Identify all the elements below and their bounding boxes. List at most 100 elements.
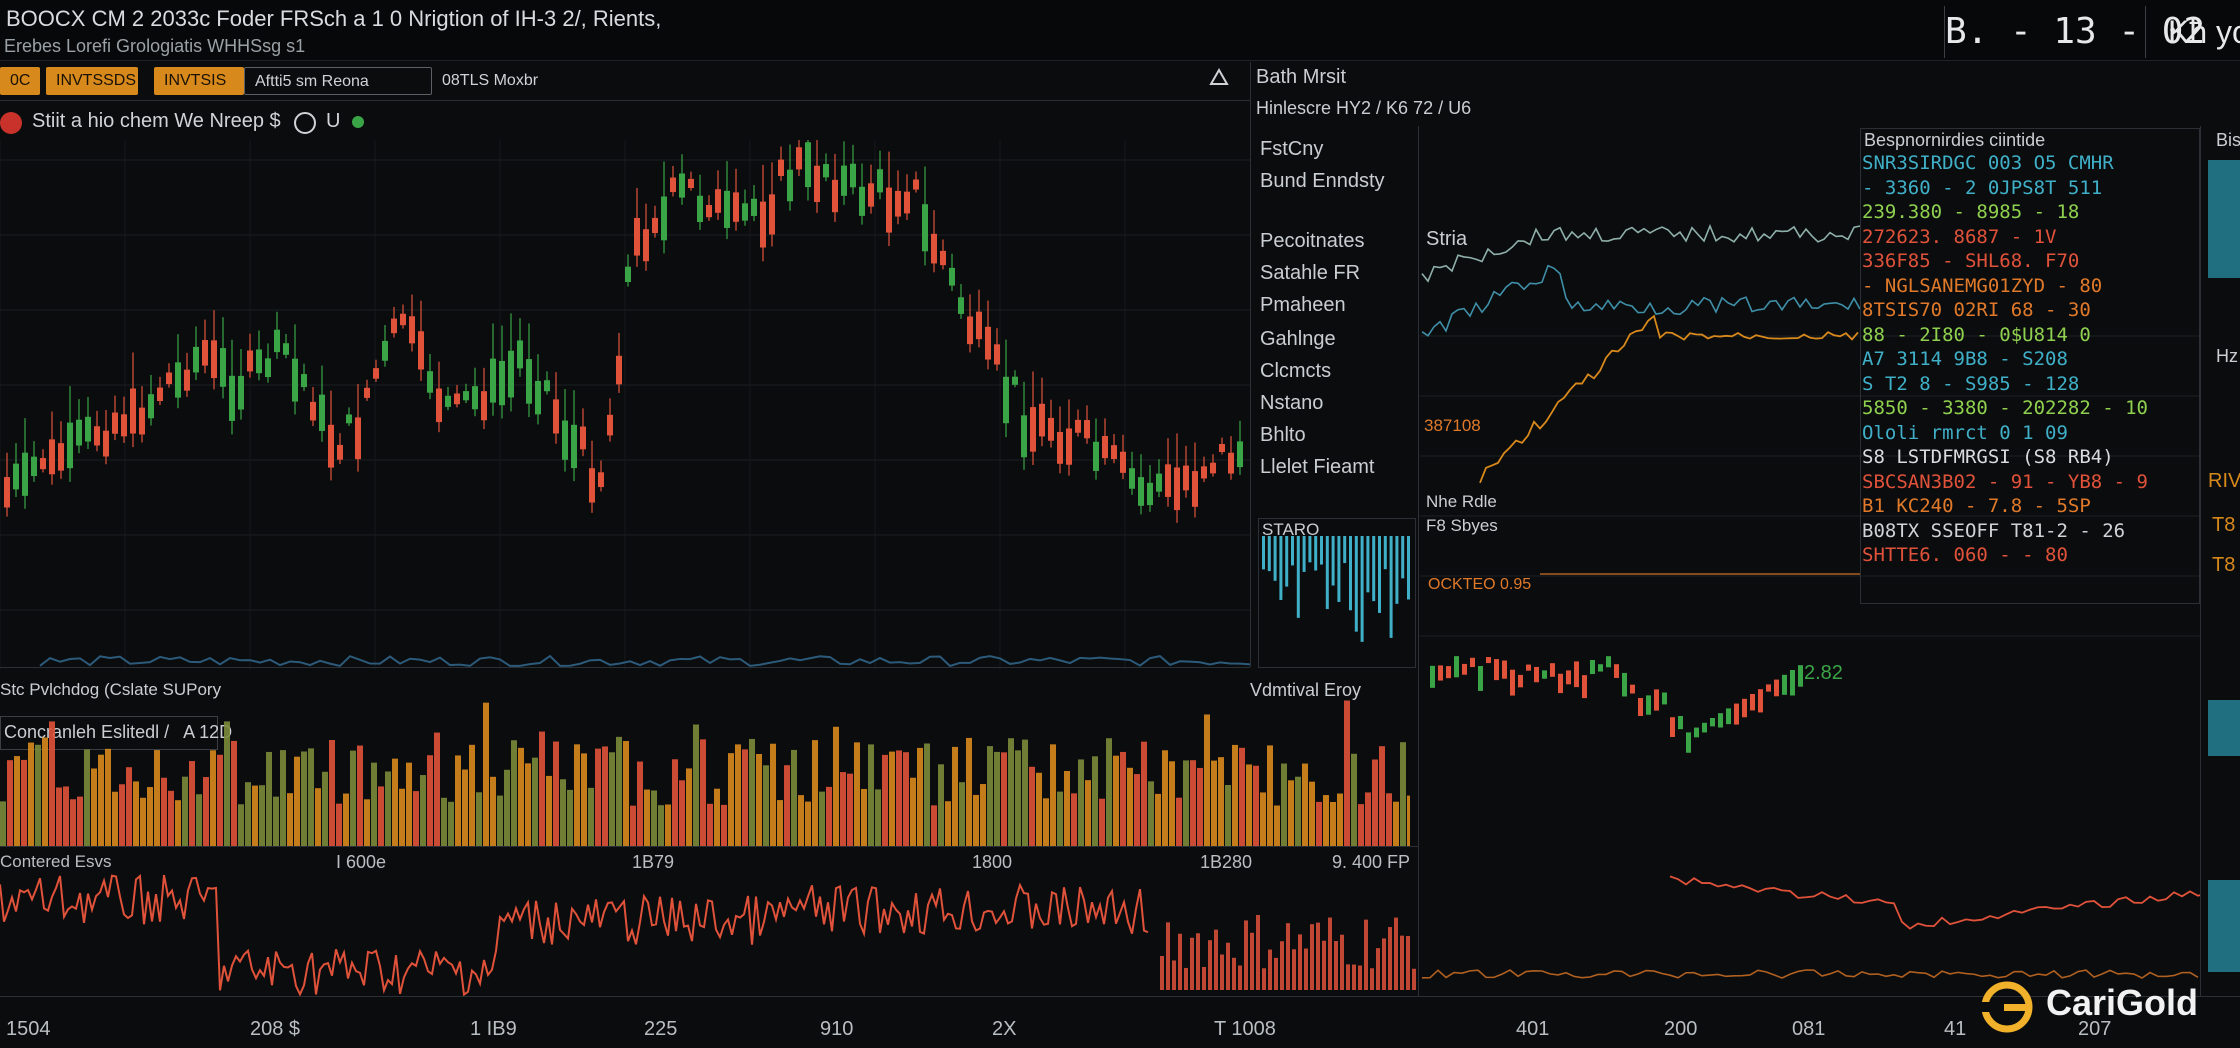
toolbar-button-1[interactable]: 0C: [0, 67, 41, 95]
right-table-row[interactable]: SBCSAN3B02 - 91 - YB8 - 9: [1862, 471, 2148, 493]
main-candle-body: [994, 344, 1000, 365]
right-candle: [1590, 660, 1595, 675]
volume-bar: [980, 784, 986, 846]
main-candle-body: [373, 368, 379, 379]
volume-bar: [385, 771, 391, 846]
side-item-10[interactable]: Llelet Fieamt: [1260, 456, 1375, 479]
right-price-label: 2.82: [1804, 662, 1843, 684]
volume-bar: [1323, 795, 1329, 846]
toolbar-button-4[interactable]: Aftti5 sm Reona: [244, 67, 432, 95]
right-table-row[interactable]: B08TX SSEOFF T81-2 - 26: [1862, 520, 2125, 542]
volume-bar: [959, 782, 965, 846]
volume-bar: [1001, 752, 1007, 846]
main-price-chart[interactable]: [0, 140, 1250, 670]
volume-bar: [371, 762, 377, 846]
main-candle-body: [787, 169, 793, 202]
main-candle-body: [472, 386, 478, 410]
right-table-row[interactable]: - 3360 - 2 0JPS8T 511: [1862, 177, 2102, 199]
main-candle-body: [409, 316, 415, 344]
right-table-row[interactable]: 5850 - 3380 - 202282 - 10: [1862, 397, 2148, 419]
oscillator-bar: [1352, 964, 1356, 990]
right-candle: [1502, 660, 1507, 679]
right-table-row[interactable]: - NGLSANEMG01ZYD - 80: [1862, 275, 2102, 297]
main-candle-body: [508, 350, 514, 398]
main-candle-body: [742, 203, 748, 221]
mini-bar: [1291, 536, 1294, 566]
main-candle-body: [58, 443, 64, 471]
right-candle: [1734, 703, 1739, 725]
side-item-3[interactable]: Pecoitnates: [1260, 230, 1365, 253]
side-item-7[interactable]: Clcmcts: [1260, 360, 1331, 383]
main-candle-body: [499, 360, 505, 406]
volume-bar: [749, 738, 755, 846]
oscillator-bar: [1250, 932, 1254, 990]
carigold-logo-text: CariGold: [2046, 982, 2199, 1023]
side-item-6[interactable]: Gahlnge: [1260, 328, 1336, 351]
right-series-line-1: [1421, 223, 1861, 283]
volume-bar: [28, 742, 34, 846]
bottom-axis-label-2: 208 $: [250, 1018, 301, 1040]
right-table-row[interactable]: 88 - 2I80 - 0$U814 0: [1862, 324, 2091, 346]
right-table-row[interactable]: Ololi rmrct 0 1 09: [1862, 422, 2068, 444]
toolbar-button-3[interactable]: INVTSIS: [154, 67, 244, 95]
right-table-row[interactable]: SHTTE6. 060 - - 80: [1862, 544, 2068, 566]
right-table-row[interactable]: B1 KC240 - 7.8 - 5SP: [1862, 495, 2091, 517]
record-icon[interactable]: [0, 112, 22, 134]
volume-bar: [1400, 742, 1406, 846]
main-candle-body: [760, 201, 766, 248]
oscillator-bar: [1238, 965, 1242, 990]
right-table-row[interactable]: S T2 8 - S985 - 128: [1862, 373, 2079, 395]
volume-bar: [637, 761, 643, 846]
volume-bar: [889, 751, 895, 846]
window-title: BOOCX CM 2 2033c Foder FRSch a 1 0 Nrigt…: [6, 6, 662, 31]
right-table-row[interactable]: 336F85 - SHL68. F70: [1862, 250, 2079, 272]
bottom-axis-label-8: 401: [1516, 1018, 1550, 1040]
main-candle-body: [1228, 452, 1234, 474]
volume-bar: [994, 751, 1000, 846]
right-table-row[interactable]: A7 3114 9B8 - S208: [1862, 348, 2068, 370]
oscillator-bar: [1388, 927, 1392, 990]
side-item-8[interactable]: Nstano: [1260, 392, 1323, 415]
side-item-4[interactable]: Satahle FR: [1260, 262, 1360, 285]
right-table-row[interactable]: 8TSIS70 02RI 68 - 30: [1862, 299, 2091, 321]
toolbar-button-2[interactable]: INVTSSDS: [46, 67, 138, 95]
volume-divider: [0, 846, 1418, 847]
main-candle-body: [517, 340, 523, 369]
right-table-row[interactable]: 239.380 - 8985 - 18: [1862, 201, 2079, 223]
main-candle-body: [40, 458, 46, 470]
side-item-1[interactable]: FstCny: [1260, 138, 1323, 161]
main-candle-body: [1093, 441, 1099, 471]
volume-panel-title: Stc Pvlchdog (Cslate SUPory: [0, 680, 222, 699]
right-series-line-4: [1669, 875, 2200, 930]
main-candle-body: [1057, 431, 1063, 464]
oscillator-bar: [1172, 960, 1176, 990]
main-candle-body: [1048, 417, 1054, 441]
oscillator-bar: [1232, 957, 1236, 990]
right-candle: [1470, 657, 1475, 668]
main-candle-body: [1120, 451, 1126, 473]
volume-bar: [84, 749, 90, 846]
main-candle-body: [1219, 444, 1225, 453]
volume-bar: [1197, 767, 1203, 846]
right-table-row[interactable]: SNR3SIRDGC 003 O5 CMHR: [1862, 152, 2114, 174]
right-table-row[interactable]: 272623. 8687 - 1V: [1862, 226, 2056, 248]
collapse-triangle-icon[interactable]: [1208, 66, 1230, 88]
side-item-9[interactable]: Bhlto: [1260, 424, 1306, 447]
live-status-dot-icon: [352, 116, 364, 128]
right-table-row[interactable]: S8 LSTDFMRGSI (S8 RB4): [1862, 446, 2114, 468]
main-candle-body: [1039, 403, 1045, 437]
main-candle-body: [643, 229, 649, 262]
side-item-5[interactable]: Pmaheen: [1260, 294, 1346, 317]
toolbar-button-5[interactable]: 08TLS Moxbr: [432, 67, 632, 95]
main-candle-body: [913, 179, 919, 190]
side-item-2[interactable]: Bund Enndsty: [1260, 170, 1385, 193]
circle-icon[interactable]: [294, 112, 316, 134]
right-table-header: Bespnornirdies ciintide: [1864, 130, 2046, 150]
volume-bar: [1183, 760, 1189, 846]
oscillator-bar: [1376, 948, 1380, 990]
main-candle-body: [1111, 445, 1117, 460]
right-edge-highlight-3: [2208, 880, 2240, 972]
main-candle-body: [1156, 473, 1162, 492]
volume-bar: [294, 756, 300, 846]
main-candle-body: [823, 164, 829, 178]
